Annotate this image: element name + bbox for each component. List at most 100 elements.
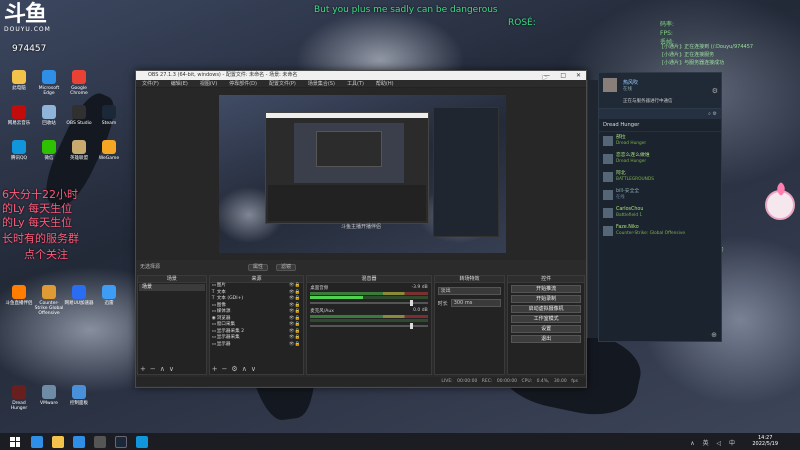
mixer-title: 混音器 (307, 276, 431, 283)
taskbar-clock[interactable]: 14:27 2022/5/19 (752, 435, 778, 447)
duration-input[interactable]: 300 ms (450, 299, 502, 307)
desktop-icon[interactable]: 网易UU加速器 (64, 285, 94, 306)
menu-tools[interactable]: 工具(T) (347, 80, 364, 87)
friend-item[interactable]: CarlosChou Battlefield 1 (599, 207, 721, 222)
search-icon[interactable]: ⌕ ⚙ (599, 109, 721, 119)
mixer-dock: 混音器 桌面音频 -3.9 dB 麦克风/Aux 0.0 dB (306, 275, 432, 375)
desktop-icon-label: 英雄联盟 (70, 156, 88, 161)
menu-scene-collection[interactable]: 场景集合(S) (308, 80, 335, 87)
friend-game: Dread Hunger (616, 159, 647, 164)
desktop-icon-label: OBS Studio (66, 121, 92, 126)
edge-taskbar-icon[interactable] (31, 435, 43, 448)
menu-view[interactable]: 视图(V) (200, 80, 217, 87)
desktop-icon[interactable]: 微信 (34, 140, 64, 161)
steam-taskbar-icon[interactable] (115, 435, 127, 448)
avatar (603, 226, 613, 236)
obs-taskbar-icon[interactable] (94, 435, 106, 448)
desktop-icon[interactable]: Google Chrome (64, 70, 94, 96)
start-recording-button[interactable]: 开始录制 (511, 295, 581, 303)
duration-label: 时长 (437, 300, 448, 307)
desktop-icon[interactable]: 网易云音乐 (4, 105, 34, 126)
friend-item[interactable]: Faze.Niko Counter-Strike: Global Offensiv… (599, 225, 721, 240)
desktop-icon[interactable]: 英雄联盟 (64, 140, 94, 161)
start-icon[interactable] (8, 435, 22, 449)
desktop-icon[interactable]: Steam (94, 105, 124, 126)
filters-button[interactable]: 滤镜 (276, 264, 297, 271)
desktop-icon[interactable]: OBS Studio (64, 105, 94, 126)
source-item[interactable]: ▭显示器 👁🔒 (210, 342, 304, 349)
virtual-camera-button[interactable]: 启动虚拟摄像机 (511, 305, 581, 313)
desktop-icon-label: VMware (40, 401, 58, 406)
add-chat-icon[interactable]: ⊕ (711, 331, 717, 339)
mixer-track-desktop[interactable]: 桌面音频 -3.9 dB (310, 285, 428, 306)
desktop-icon-label: 此电脑 (12, 86, 26, 91)
menu-edit[interactable]: 编辑(E) (171, 80, 188, 87)
desktop-icon-label: 回收站 (42, 121, 56, 126)
desktop-icon-label: Steam (101, 121, 117, 126)
studio-mode-button[interactable]: 工作室模式 (511, 315, 581, 323)
menu-help[interactable]: 帮助(H) (376, 80, 394, 87)
mascot-avatar (765, 190, 795, 220)
desktop-icon[interactable]: 迅雷 (94, 285, 124, 306)
desktop-icon[interactable]: 控制面板 (64, 385, 94, 406)
desktop-icon[interactable]: 斗鱼直播伴侣 (4, 285, 34, 306)
desktop-icon[interactable]: Microsoft Edge (34, 70, 64, 96)
nested-obs-capture (265, 112, 429, 224)
desktop-icon[interactable]: VMware (34, 385, 64, 406)
no-source-label: 无选择源 (140, 264, 161, 270)
exit-button[interactable]: 退出 (511, 335, 581, 343)
desktop-icon[interactable]: WeGame (94, 140, 124, 161)
lyric-speaker: ROSÉ: (508, 18, 536, 28)
friend-game: Dread Hunger (616, 141, 647, 146)
obs-title: OBS 27.1.3 (64-bit, windows) - 配置文件: 未命名… (148, 72, 298, 78)
menu-docks[interactable]: 停靠部件(D) (229, 80, 257, 87)
start-streaming-button[interactable]: 开始推流 (511, 285, 581, 293)
friend-item[interactable]: 恋恋么连么做谁 Dread Hunger (599, 153, 721, 168)
app-icon (72, 385, 86, 399)
desktop-icon-label: 网易UU加速器 (64, 301, 94, 306)
steam-friends-window[interactable]: 热风吹 在线 正在与服务器进行中通信 ⚙ ⌕ ⚙ Dread Hunger 部拉… (598, 72, 722, 342)
app-icon (42, 140, 56, 154)
friend-item[interactable]: 部拉 Dread Hunger (599, 135, 721, 150)
scene-controls[interactable]: +−∧∨ (140, 365, 178, 373)
preview-canvas[interactable]: 斗鱼主播开播伴侣 (219, 95, 506, 253)
menu-profile[interactable]: 配置文件(P) (269, 80, 296, 87)
desktop-icon-label: Microsoft Edge (38, 86, 60, 96)
visibility-lock-icon[interactable]: 👁🔒 (289, 342, 300, 349)
browser-taskbar-icon[interactable] (73, 435, 85, 448)
obs-window[interactable]: OBS 27.1.3 (64-bit, windows) - 配置文件: 未命名… (135, 70, 587, 388)
system-tray[interactable]: ∧ 英 ◁ 中 (690, 438, 738, 447)
app-icon (12, 70, 26, 84)
friend-item[interactable]: bill-安全全 在线 (599, 189, 721, 204)
source-controls[interactable]: +−⚙∧∨ (212, 365, 260, 373)
transition-select[interactable]: 淡出 (437, 287, 502, 295)
qq-taskbar-icon[interactable] (136, 435, 148, 448)
sources-dock: 来源 ▭图片 👁🔒 T 文本 👁🔒 T 文本 (GDI+) 👁🔒 ▭图像 👁🔒 ▭媒体源 👁🔒 ◉浏览器… (208, 275, 305, 375)
desktop-icon[interactable]: Counter-Strike Global Offensive (34, 285, 64, 316)
source-name: 浏览器 (216, 315, 231, 321)
desktop-icon[interactable]: 腾讯QQ (4, 140, 34, 161)
menu-file[interactable]: 文件(F) (142, 80, 159, 87)
close-icon[interactable]: ✕ (576, 71, 581, 80)
avatar[interactable] (603, 78, 617, 92)
live-time: LIVE: 00:00:00 (441, 379, 478, 384)
friend-group-header[interactable]: Dread Hunger (599, 119, 721, 132)
desktop-icon-label: Google Chrome (70, 86, 88, 96)
steam-user-status[interactable]: 在线 (623, 86, 632, 92)
properties-button[interactable]: 属性 (248, 264, 269, 271)
desktop-icon-label: 迅雷 (104, 301, 114, 306)
app-icon (42, 385, 56, 399)
mixer-track-mic[interactable]: 麦克风/Aux 0.0 dB (310, 308, 428, 329)
desktop-icon[interactable]: Dread Hunger (4, 385, 34, 411)
maximize-icon[interactable]: □ (560, 71, 566, 80)
mouse-cursor-icon: ➤ (541, 73, 548, 82)
explorer-taskbar-icon[interactable] (52, 435, 64, 448)
friend-item[interactable]: 阿北 BATTLEGROUNDS (599, 171, 721, 186)
desktop-icon[interactable]: 此电脑 (4, 70, 34, 91)
obs-titlebar[interactable]: OBS 27.1.3 (64-bit, windows) - 配置文件: 未命名… (136, 71, 586, 80)
desktop-icon[interactable]: 回收站 (34, 105, 64, 126)
settings-button[interactable]: 设置 (511, 325, 581, 333)
scene-item[interactable]: 场景 (139, 284, 205, 291)
gear-icon[interactable]: ⚙ (712, 87, 718, 95)
friend-game: 在线 (616, 195, 625, 200)
